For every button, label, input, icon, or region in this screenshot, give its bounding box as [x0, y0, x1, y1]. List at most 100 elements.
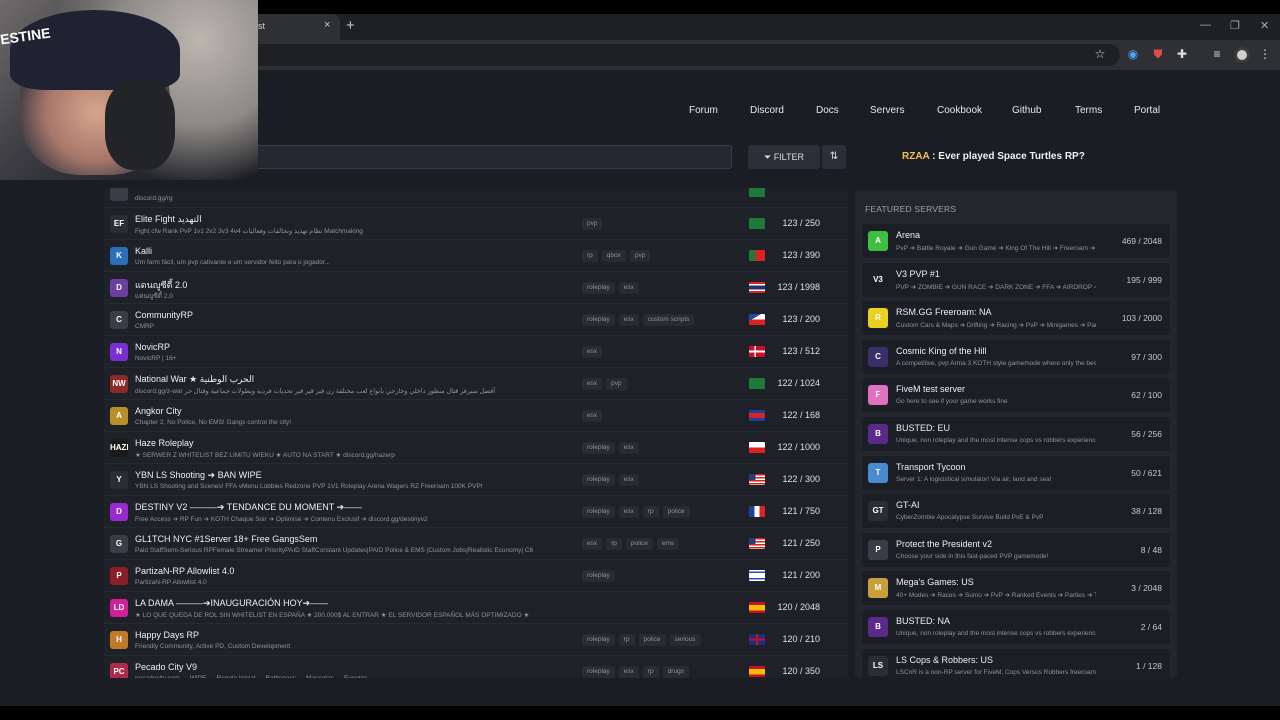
server-name: NovicRP: [135, 342, 171, 352]
server-tag[interactable]: rp: [618, 634, 635, 646]
server-tag[interactable]: roleplay: [582, 314, 615, 326]
server-tag[interactable]: esx: [582, 346, 603, 358]
server-row[interactable]: H Happy Days RP Friendly Community, Active…: [104, 624, 848, 656]
featured-server-card[interactable]: GT GT-AI CyberZombie Apocalypse Survive Bu…: [862, 494, 1170, 529]
minimize-button[interactable]: —: [1200, 19, 1211, 31]
nav-cookbook[interactable]: Cookbook: [937, 105, 982, 116]
server-tag[interactable]: qbox: [601, 250, 626, 262]
ticker[interactable]: RZAA : Ever played Space Turtles RP?: [902, 151, 1085, 162]
featured-server-name: Protect the President v2: [896, 538, 993, 549]
server-row[interactable]: Y YBN LS Shooting ➔ BAN WIPE YBN LS Shooti…: [104, 464, 848, 496]
server-tag[interactable]: roleplay: [582, 634, 615, 646]
server-row[interactable]: HAZE Haze Roleplay ★ SERWER Z WHITELIST BE…: [104, 432, 848, 464]
server-tag[interactable]: roleplay: [582, 666, 615, 678]
nav-forum[interactable]: Forum: [689, 105, 718, 116]
server-tag[interactable]: police: [638, 634, 666, 646]
server-tag[interactable]: roleplay: [582, 474, 615, 486]
featured-server-card[interactable]: LS LS Cops & Robbers: US LSCnR is a non-RP…: [862, 648, 1170, 678]
filter-button[interactable]: ⏷ FILTER: [748, 145, 820, 169]
sort-button[interactable]: ⇅: [822, 145, 846, 169]
server-row[interactable]: EF Elite Fight التهديد Fight cfw Rank PvP …: [104, 208, 848, 240]
server-tag[interactable]: rp: [606, 538, 622, 550]
server-row[interactable]: C CommunityRP CMRP roleplay esx custom script…: [104, 304, 848, 336]
server-tag[interactable]: esx: [618, 474, 639, 486]
featured-server-name: FiveM test server: [896, 384, 966, 395]
server-tag[interactable]: custom scripts: [642, 314, 695, 326]
close-window-button[interactable]: ✕: [1260, 19, 1269, 32]
featured-player-count: 50 / 621: [1131, 467, 1162, 478]
server-row[interactable]: D DESTINY V2 ———➔ TENDANCE DU MOMENT ➔—— F…: [104, 496, 848, 528]
server-tag[interactable]: esx: [618, 314, 639, 326]
server-row[interactable]: P PartizaN-RP Allowlist 4.0 PartizaN-RP Al…: [104, 560, 848, 592]
server-row[interactable]: NW National War ★ الحرب الوطنية discord.gg…: [104, 368, 848, 400]
server-row[interactable]: G GL1TCH NYC #1Server 18+ Free GangsSem Pa…: [104, 528, 848, 560]
nav-servers[interactable]: Servers: [870, 105, 904, 116]
featured-server-card[interactable]: A Arena PvP ➔ Battle Royale ➔ Gun Game ➔ K…: [862, 224, 1170, 258]
server-tag[interactable]: esx: [582, 538, 603, 550]
nav-github[interactable]: Github: [1012, 105, 1041, 116]
address-bar[interactable]: [120, 44, 1120, 66]
server-description: pecadocity.com → WIPE → Regalo Inicial →…: [135, 675, 565, 678]
maximize-button[interactable]: ❐: [1230, 19, 1240, 32]
server-tag[interactable]: serious: [669, 634, 701, 646]
shield-icon[interactable]: ⛊: [1151, 47, 1165, 61]
server-tag[interactable]: esx: [618, 506, 639, 518]
server-tag[interactable]: roleplay: [582, 442, 615, 454]
server-tag[interactable]: rp: [642, 506, 659, 518]
server-description: discord.gg/z-war أفضل سيرفر قتال منظور د…: [135, 388, 496, 395]
server-tag[interactable]: roleplay: [582, 506, 615, 518]
server-tag[interactable]: pvp: [606, 378, 627, 390]
profile-icon[interactable]: [1234, 47, 1250, 63]
featured-server-card[interactable]: B BUSTED: NA Unique, non roleplay and the …: [862, 610, 1170, 644]
featured-server-name: BUSTED: EU: [896, 423, 951, 433]
server-tag[interactable]: drugs: [662, 666, 689, 678]
server-row[interactable]: PC Pecado City V9 pecadocity.com → WIPE → …: [104, 656, 848, 678]
server-row[interactable]: K Kalli Um farm fácil, um pvp cativante e …: [104, 240, 848, 272]
more-icon[interactable]: ⋮: [1258, 47, 1272, 61]
featured-server-description: PvP ➔ Battle Royale ➔ Gun Game ➔ King Of…: [896, 245, 1096, 252]
nav-terms[interactable]: Terms: [1075, 105, 1102, 116]
server-tag[interactable]: rp: [642, 666, 659, 678]
nav-docs[interactable]: Docs: [816, 105, 839, 116]
featured-server-card[interactable]: V3 V3 PVP #1 PVP ➔ ZOMBIE ➔ GUN RACE ➔ DAR…: [862, 262, 1170, 297]
tab-close-icon[interactable]: ×: [324, 19, 330, 31]
server-row[interactable]: N NovicRP NovicRP | 16+ esx 123 / 512: [104, 336, 848, 368]
server-row[interactable]: discord.gg/rg: [104, 188, 848, 208]
sound-icon[interactable]: ◉: [1126, 47, 1140, 61]
featured-server-card[interactable]: P Protect the President v2 Choose your sid…: [862, 532, 1170, 567]
featured-server-icon: V3: [868, 269, 888, 290]
server-tag[interactable]: roleplay: [582, 282, 615, 294]
new-tab-button[interactable]: +: [346, 17, 355, 34]
server-name: National War ★ الحرب الوطنية: [135, 374, 255, 384]
server-tag[interactable]: ems: [656, 538, 680, 550]
server-tag[interactable]: police: [662, 506, 690, 518]
server-tag[interactable]: esx: [582, 378, 603, 390]
featured-server-card[interactable]: F FiveM test server Go here to see if your…: [862, 378, 1170, 413]
featured-server-card[interactable]: R RSM.GG Freeroam: NA Custom Cars & Maps ➔…: [862, 301, 1170, 336]
server-tag[interactable]: pvp: [582, 218, 603, 230]
server-row[interactable]: D แดนญูซีตี้ 2.0 แดนญูซีตี้ 2.0 roleplay esx…: [104, 272, 848, 304]
server-tags: esx rp police ems: [582, 538, 683, 550]
featured-server-card[interactable]: T Transport Tycoon Server 1: A logicistica…: [862, 455, 1170, 490]
server-tag[interactable]: roleplay: [582, 570, 615, 582]
server-icon: H: [110, 631, 128, 649]
server-tag[interactable]: police: [625, 538, 653, 550]
featured-server-card[interactable]: M Mega's Games: US 40+ Modes ➔ Races ➔ Sum…: [862, 571, 1170, 606]
extensions-icon[interactable]: ✚: [1175, 47, 1189, 61]
media-icon[interactable]: ≡: [1210, 47, 1224, 61]
featured-server-card[interactable]: C Cosmic King of the Hill A competitive, p…: [862, 339, 1170, 374]
server-tag[interactable]: rp: [582, 250, 598, 262]
server-icon: HAZE: [110, 439, 128, 457]
server-tag[interactable]: esx: [618, 282, 639, 294]
server-row[interactable]: LD LA DAMA ———➔INAUGURACIÓN HOY➔—— ★ LO QU…: [104, 592, 848, 624]
star-icon[interactable]: ☆: [1093, 47, 1107, 61]
nav-portal[interactable]: Portal: [1134, 105, 1160, 116]
server-row[interactable]: A Angkor City Chapter 2, No Police, No EMS…: [104, 400, 848, 432]
featured-server-card[interactable]: B BUSTED: EU Unique, non roleplay and the …: [862, 417, 1170, 451]
server-tag[interactable]: esx: [618, 666, 639, 678]
nav-discord[interactable]: Discord: [750, 105, 784, 116]
server-tag[interactable]: pvp: [629, 250, 651, 262]
featured-title: FEATURED SERVERS: [865, 204, 957, 214]
server-tag[interactable]: esx: [618, 442, 639, 454]
server-tag[interactable]: esx: [582, 410, 603, 422]
